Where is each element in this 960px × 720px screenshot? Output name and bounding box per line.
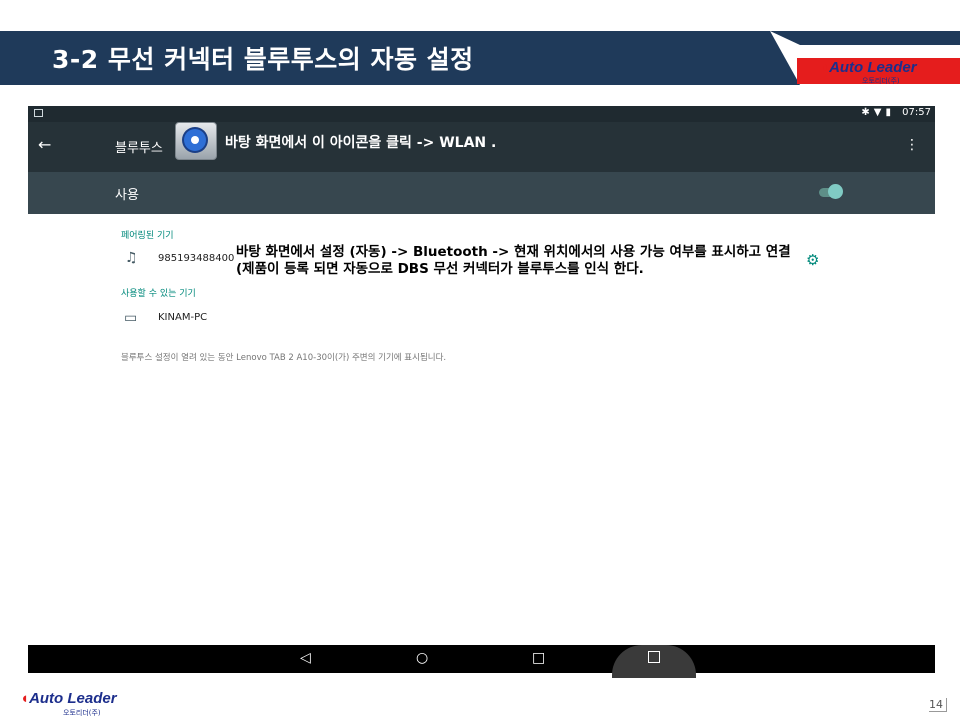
app-bar: ← 블루투스 바탕 화면에서 이 아이콘을 클릭 -> WLAN . ⋮ bbox=[28, 122, 935, 172]
available-device-name[interactable]: KINAM-PC bbox=[158, 312, 207, 323]
visibility-footnote: 블루투스 설정이 열려 있는 동안 Lenovo TAB 2 A10-30이(가… bbox=[121, 353, 447, 363]
tablet-screen: ✱▼▮ 07:57 ← 블루투스 바탕 화면에서 이 아이콘을 클릭 -> WL… bbox=[28, 106, 935, 214]
nav-recents-icon[interactable]: □ bbox=[532, 650, 545, 666]
settings-icon-center bbox=[191, 136, 199, 144]
gear-icon[interactable]: ⚙ bbox=[806, 251, 819, 269]
paired-device-name[interactable]: 985193488400 bbox=[158, 253, 234, 264]
instruction-note-2: 바탕 화면에서 설정 (자동) -> Bluetooth -> 현재 위치에서의… bbox=[236, 244, 808, 278]
toggle-label: 사용 bbox=[115, 188, 139, 203]
nav-home-icon[interactable]: ○ bbox=[416, 650, 428, 666]
instruction-note-1: 바탕 화면에서 이 아이콘을 클릭 -> WLAN . bbox=[225, 135, 497, 151]
laptop-icon: ▭ bbox=[124, 310, 138, 326]
headphones-icon: ♫ bbox=[125, 250, 138, 266]
image-icon[interactable] bbox=[648, 651, 660, 663]
bluetooth-toggle-row[interactable]: 사용 bbox=[28, 172, 935, 214]
status-bar: ✱▼▮ 07:57 bbox=[28, 106, 935, 122]
settings-app-icon bbox=[175, 122, 217, 160]
nav-back-icon[interactable]: ◁ bbox=[300, 650, 311, 666]
slide-title: 3-2 무선 커넥터 블루투스의 자동 설정 bbox=[52, 45, 474, 74]
back-arrow-icon[interactable]: ← bbox=[38, 135, 51, 154]
header-logo: ◖Auto Leader bbox=[820, 59, 917, 76]
header-logo-sub: 오토리더(주) bbox=[862, 77, 900, 85]
navigation-bar: ◁ ○ □ bbox=[28, 645, 935, 678]
status-icons: ✱▼▮ bbox=[861, 107, 895, 118]
paired-devices-header: 페어링된 기기 bbox=[121, 231, 174, 241]
footer-logo-sub: 오토리더(주) bbox=[63, 709, 101, 717]
page-number: 14 bbox=[929, 698, 947, 712]
footer-logo: ◖Auto Leader bbox=[20, 690, 117, 707]
app-bar-title: 블루투스 bbox=[115, 141, 163, 156]
screenshot-icon bbox=[34, 109, 43, 117]
available-devices-header: 사용할 수 있는 기기 bbox=[121, 289, 196, 299]
status-time: 07:57 bbox=[902, 107, 931, 118]
toggle-thumb[interactable] bbox=[828, 184, 843, 199]
title-accent bbox=[770, 31, 960, 45]
overflow-menu-icon[interactable]: ⋮ bbox=[905, 137, 919, 153]
